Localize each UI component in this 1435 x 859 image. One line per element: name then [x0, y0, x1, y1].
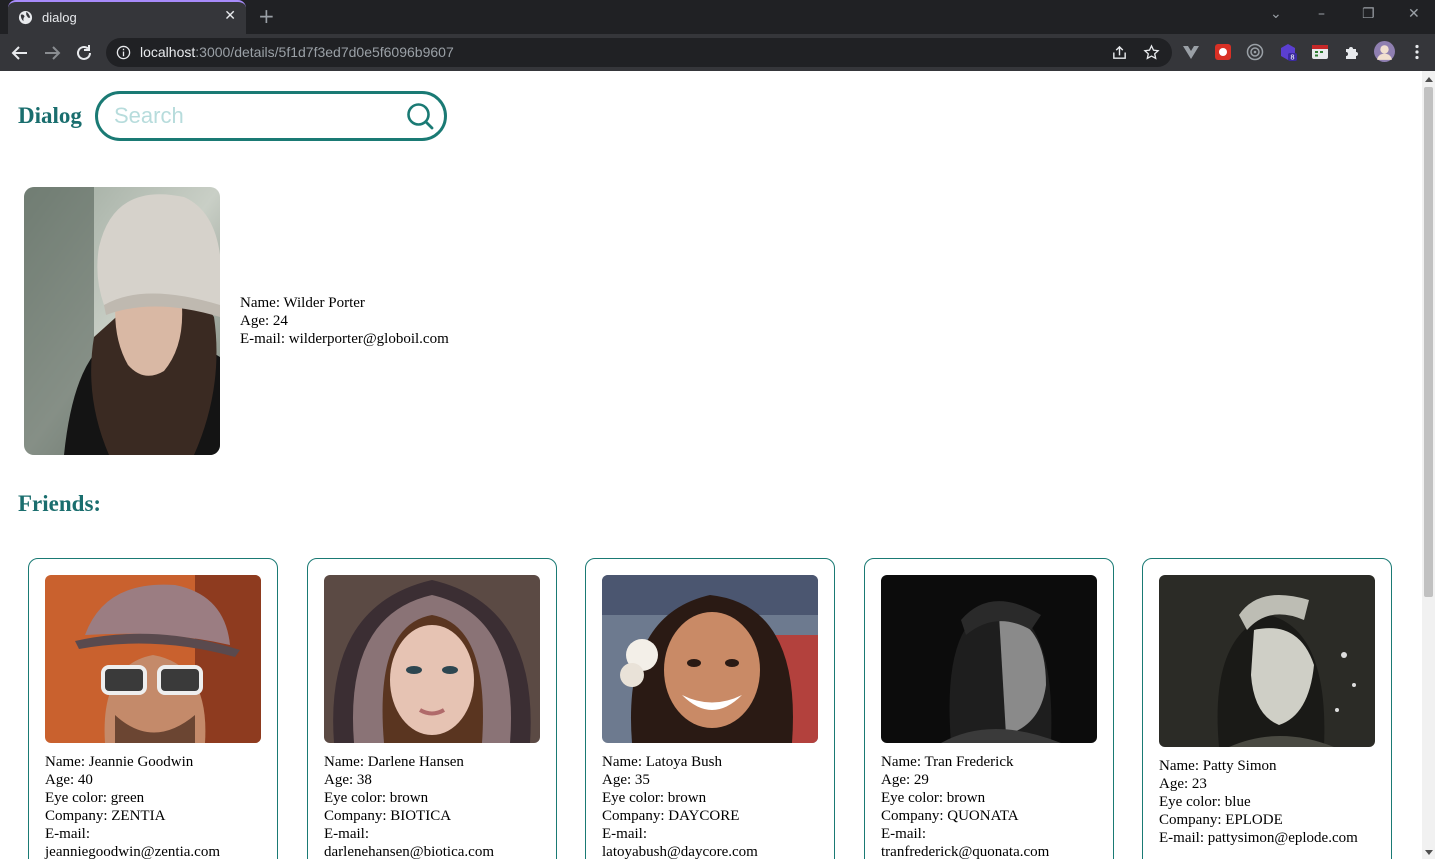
extension-red-icon[interactable]	[1214, 43, 1232, 61]
friend-email: darlenehansen@biotica.com	[324, 844, 494, 859]
profile-name: Name: Wilder Porter	[240, 295, 365, 311]
friend-age: Age: 40	[45, 772, 93, 788]
friend-company: Company: BIOTICA	[324, 808, 452, 824]
friend-card[interactable]: Name: Darlene Hansen Age: 38 Eye color: …	[307, 558, 557, 859]
friend-company: Company: DAYCORE	[602, 808, 740, 824]
friend-company: Company: ZENTIA	[45, 808, 166, 824]
reload-icon[interactable]	[72, 41, 96, 65]
friend-eye-color: Eye color: blue	[1159, 794, 1251, 810]
kebab-menu-icon[interactable]	[1408, 43, 1426, 61]
friend-card[interactable]: Name: Latoya Bush Age: 35 Eye color: bro…	[585, 558, 835, 859]
restore-button[interactable]: ❐	[1362, 6, 1375, 22]
tab-title: dialog	[42, 10, 77, 25]
friend-photo	[324, 575, 540, 743]
profile-info: Name: Wilder Porter Age: 24 E-mail: wild…	[240, 294, 449, 348]
friend-photo	[602, 575, 818, 743]
friend-email: E-mail: pattysimon@eplode.com	[1159, 830, 1358, 846]
profile-avatar-icon[interactable]	[1374, 41, 1395, 62]
friend-name: Name: Latoya Bush	[602, 754, 722, 770]
friend-email-label: E-mail:	[45, 826, 90, 842]
friend-info: Name: Darlene Hansen Age: 38 Eye color: …	[324, 753, 546, 859]
friend-eye-color: Eye color: brown	[324, 790, 429, 806]
minimize-button[interactable]: –	[1318, 6, 1325, 22]
friend-card[interactable]: Name: Patty Simon Age: 23 Eye color: blu…	[1142, 558, 1392, 859]
friend-name: Name: Darlene Hansen	[324, 754, 464, 770]
friend-eye-color: Eye color: brown	[602, 790, 707, 806]
bookmark-star-icon[interactable]	[1143, 44, 1160, 61]
friend-email: latoyabush@daycore.com	[602, 844, 758, 859]
tab-search-icon[interactable]: ⌄	[1270, 6, 1282, 22]
friend-email-label: E-mail:	[324, 826, 369, 842]
share-icon[interactable]	[1111, 44, 1128, 61]
friend-eye-color: Eye color: brown	[881, 790, 986, 806]
search-icon[interactable]	[406, 102, 434, 130]
friend-card[interactable]: Name: Jeannie Goodwin Age: 40 Eye color:…	[28, 558, 278, 859]
friend-photo	[1159, 575, 1375, 747]
address-bar[interactable]: localhost:3000/details/5f1d7f3ed7d0e5f60…	[106, 38, 1172, 67]
scroll-up-arrow-icon[interactable]	[1425, 77, 1433, 82]
friend-email-label: E-mail:	[881, 826, 926, 842]
close-tab-icon[interactable]: ✕	[224, 8, 236, 24]
friend-photo	[45, 575, 261, 743]
friend-age: Age: 29	[881, 772, 929, 788]
friend-company: Company: EPLODE	[1159, 812, 1283, 828]
search-box[interactable]	[95, 91, 447, 141]
globe-icon	[18, 10, 33, 25]
browser-toolbar: localhost:3000/details/5f1d7f3ed7d0e5f60…	[0, 34, 1435, 71]
new-tab-button[interactable]: +	[258, 4, 275, 28]
extension-badge-count: 8	[1290, 54, 1294, 62]
friend-name: Name: Tran Frederick	[881, 754, 1014, 770]
friend-photo	[881, 575, 1097, 743]
friend-eye-color: Eye color: green	[45, 790, 145, 806]
friend-info: Name: Patty Simon Age: 23 Eye color: blu…	[1159, 757, 1381, 847]
forward-icon[interactable]	[40, 41, 64, 65]
friend-email: tranfrederick@quonata.com	[881, 844, 1050, 859]
puzzle-icon[interactable]	[1343, 43, 1361, 61]
scroll-down-arrow-icon[interactable]	[1425, 850, 1433, 855]
close-window-button[interactable]: ✕	[1408, 6, 1420, 22]
url-text: localhost:3000/details/5f1d7f3ed7d0e5f60…	[140, 44, 454, 60]
friend-email: jeanniegoodwin@zentia.com	[45, 844, 221, 859]
vertical-scrollbar[interactable]	[1422, 71, 1435, 859]
extension-calendar-icon[interactable]	[1311, 43, 1329, 61]
browser-tab[interactable]: dialog ✕	[8, 0, 246, 34]
friend-info: Name: Tran Frederick Age: 29 Eye color: …	[881, 753, 1103, 859]
friend-card[interactable]: Name: Tran Frederick Age: 29 Eye color: …	[864, 558, 1114, 859]
friend-age: Age: 38	[324, 772, 372, 788]
profile-age: Age: 24	[240, 313, 288, 329]
friend-name: Name: Patty Simon	[1159, 758, 1277, 774]
friend-info: Name: Latoya Bush Age: 35 Eye color: bro…	[602, 753, 824, 859]
friend-company: Company: QUONATA	[881, 808, 1019, 824]
redux-devtools-icon[interactable]: 8	[1279, 43, 1297, 61]
friend-age: Age: 23	[1159, 776, 1207, 792]
friend-email-label: E-mail:	[602, 826, 647, 842]
friend-age: Age: 35	[602, 772, 650, 788]
friend-name: Name: Jeannie Goodwin	[45, 754, 194, 770]
scrollbar-thumb[interactable]	[1424, 87, 1433, 597]
friends-heading: Friends:	[18, 491, 102, 516]
browser-tab-bar: dialog ✕ + ⌄ – ❐ ✕	[0, 0, 1435, 34]
profile-photo	[24, 187, 220, 455]
friend-info: Name: Jeannie Goodwin Age: 40 Eye color:…	[45, 753, 267, 859]
info-icon[interactable]	[116, 45, 131, 60]
search-input[interactable]	[114, 102, 394, 130]
profile-email: E-mail: wilderporter@globoil.com	[240, 331, 449, 347]
app-brand[interactable]: Dialog	[18, 103, 82, 129]
vue-devtools-icon[interactable]	[1182, 43, 1200, 61]
page-content: Dialog Name: Wilder Porter Age: 24 E	[0, 71, 1422, 859]
target-extension-icon[interactable]	[1246, 43, 1264, 61]
back-icon[interactable]	[8, 41, 32, 65]
